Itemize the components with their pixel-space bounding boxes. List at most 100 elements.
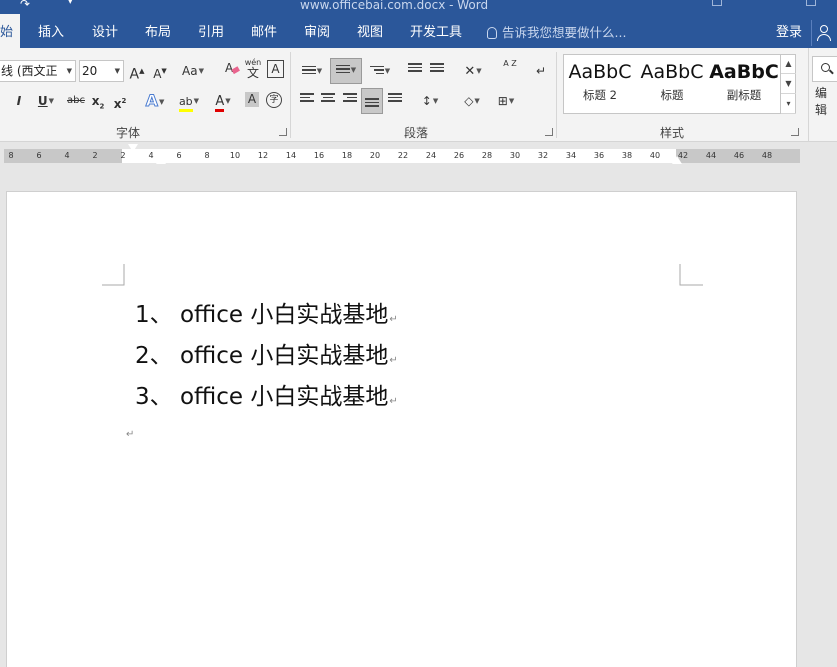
tell-me-box[interactable]: 告诉我您想要做什么... — [487, 14, 626, 48]
margin-corner-top-left — [102, 264, 125, 286]
ruler-tick-label: 6 — [176, 151, 182, 160]
ruler-tick-label: 8 — [204, 151, 210, 160]
document-page[interactable]: 1、 office 小白实战基地↵ 2、 office 小白实战基地↵ 3、 o… — [6, 191, 797, 667]
list-item[interactable]: 2、 office 小白实战基地↵ — [135, 336, 398, 370]
justify-button[interactable] — [361, 88, 383, 114]
list-item[interactable]: 3、 office 小白实战基地↵ — [135, 377, 398, 411]
grow-font-button[interactable]: A▲ — [128, 60, 146, 83]
hanging-indent-marker[interactable] — [156, 156, 166, 164]
ruler-tick-label: 20 — [369, 151, 381, 160]
customize-quick-access-icon[interactable]: ▾ — [68, 0, 73, 7]
numbering-button[interactable]: ▼ — [330, 58, 362, 84]
multilevel-list-button[interactable]: ▼ — [366, 60, 394, 82]
distributed-button[interactable] — [386, 90, 404, 112]
style-heading-2[interactable]: AaBbC 标题 2 — [564, 55, 636, 113]
enclose-characters-button[interactable]: 字 — [266, 92, 282, 108]
paragraph-dialog-launcher[interactable] — [545, 128, 553, 136]
tab-insert[interactable]: 插入 — [38, 14, 64, 48]
word-window: ↷ ▾ www.officebai.com.docx - Word 始 插入 设… — [0, 0, 837, 667]
font-size-combo[interactable]: 20 ▼ — [79, 60, 124, 82]
character-border-button[interactable]: A — [267, 60, 284, 78]
paragraph-mark-icon: ↵ — [389, 396, 398, 407]
login-button[interactable]: 登录 — [776, 14, 802, 52]
style-title[interactable]: AaBbC 标题 — [636, 55, 708, 113]
styles-scroll[interactable]: ▲ ▼ ▾ — [780, 54, 796, 114]
shrink-font-button[interactable]: A▼ — [151, 60, 169, 82]
font-name-value: 线 (西文正 — [1, 64, 58, 78]
scroll-down-icon[interactable]: ▼ — [781, 74, 796, 94]
show-hide-marks-button[interactable]: ↵ — [532, 60, 550, 82]
font-color-button[interactable]: A▼ — [208, 90, 238, 112]
style-subtitle[interactable]: AaBbC 副标题 — [708, 55, 780, 113]
italic-button[interactable]: I — [12, 90, 26, 112]
text-effects-button[interactable]: A▼ — [142, 90, 168, 112]
list-number: 2、 — [135, 343, 173, 369]
eraser-icon: A — [225, 61, 240, 75]
list-item[interactable]: 1、 office 小白实战基地↵ — [135, 295, 398, 329]
borders-button[interactable]: ⊞▼ — [492, 90, 520, 112]
ruler-tick-label: 8 — [8, 151, 14, 160]
title-bar: ↷ ▾ www.officebai.com.docx - Word — [0, 0, 837, 14]
shading-button[interactable]: ◇▼ — [458, 90, 486, 112]
ruler-tick-label: 44 — [705, 151, 717, 160]
find-button[interactable] — [812, 56, 837, 82]
align-right-button[interactable] — [341, 90, 359, 112]
editing-group: 编辑 — [808, 48, 837, 142]
styles-dialog-launcher[interactable] — [791, 128, 799, 136]
styles-gallery: AaBbC 标题 2 AaBbC 标题 AaBbC 副标题 — [563, 54, 796, 114]
paragraph-mark-icon: ↵ — [389, 314, 398, 325]
ruler-tick-label: 22 — [397, 151, 409, 160]
clear-formatting-button[interactable]: A — [223, 60, 241, 82]
right-indent-marker[interactable] — [672, 156, 682, 164]
tab-developer[interactable]: 开发工具 — [410, 14, 462, 48]
tab-design[interactable]: 设计 — [92, 14, 118, 48]
bullets-button[interactable]: ▼ — [298, 60, 326, 82]
styles-group-label: 样式 — [660, 126, 685, 140]
ruler-tick-label: 46 — [733, 151, 745, 160]
ruler-tick-label: 36 — [593, 151, 605, 160]
subscript-button[interactable]: x2 — [90, 90, 106, 112]
increase-indent-button[interactable] — [428, 60, 446, 82]
editing-label: 编辑 — [815, 86, 828, 117]
list-number: 3、 — [135, 384, 173, 410]
sort-button[interactable]: A Z — [500, 58, 520, 80]
tab-mailings[interactable]: 邮件 — [251, 14, 277, 48]
tab-layout[interactable]: 布局 — [145, 14, 171, 48]
tab-home[interactable]: 始 — [0, 14, 20, 48]
font-dialog-launcher[interactable] — [279, 128, 287, 136]
decrease-indent-button[interactable] — [406, 60, 424, 82]
user-account-icon[interactable] — [811, 20, 837, 46]
restore-window-icon[interactable] — [806, 0, 816, 6]
first-line-indent-marker[interactable] — [128, 144, 138, 152]
font-name-combo[interactable]: 线 (西文正 ▼ — [0, 60, 76, 82]
align-center-button[interactable] — [319, 90, 337, 112]
scroll-up-icon[interactable]: ▲ — [781, 54, 796, 74]
ruler-tick-label: 24 — [425, 151, 437, 160]
change-case-button[interactable]: Aa▼ — [178, 60, 208, 82]
tab-review[interactable]: 审阅 — [304, 14, 330, 48]
align-left-button[interactable] — [298, 90, 316, 112]
underline-button[interactable]: U▼ — [34, 90, 58, 112]
ruler-tick-label: 48 — [761, 151, 773, 160]
phonetic-guide-button[interactable]: wén 文 — [244, 58, 262, 80]
ruler-tick-label: 14 — [285, 151, 297, 160]
ruler-tick-label: 4 — [64, 151, 70, 160]
paragraph-mark-icon: ↵ — [389, 355, 398, 366]
ruler-tick-label: 28 — [481, 151, 493, 160]
ribbon-display-options-icon[interactable] — [712, 0, 722, 6]
list-text: office 小白实战基地 — [179, 343, 389, 369]
more-styles-icon[interactable]: ▾ — [781, 94, 796, 114]
highlight-color-button[interactable]: ab▼ — [174, 90, 204, 112]
line-spacing-button[interactable]: ↕▼ — [416, 90, 444, 112]
tab-view[interactable]: 视图 — [357, 14, 383, 48]
redo-icon[interactable]: ↷ — [20, 0, 30, 11]
window-title: www.officebai.com.docx - Word — [300, 0, 489, 12]
strikethrough-button[interactable]: abc — [66, 90, 86, 112]
ruler-tick-label: 30 — [509, 151, 521, 160]
character-shading-button[interactable]: A — [245, 92, 259, 107]
tab-references[interactable]: 引用 — [198, 14, 224, 48]
paragraph-mark-icon: ↵ — [126, 429, 135, 440]
horizontal-ruler[interactable]: 8 6 4 2 2 4 6 8 10 12 14 16 18 20 22 24 26 28 30 32 34 36 38 40… — [0, 142, 837, 172]
superscript-button[interactable]: x2 — [112, 90, 128, 112]
chinese-layout-button[interactable]: ✕▼ — [458, 60, 488, 82]
